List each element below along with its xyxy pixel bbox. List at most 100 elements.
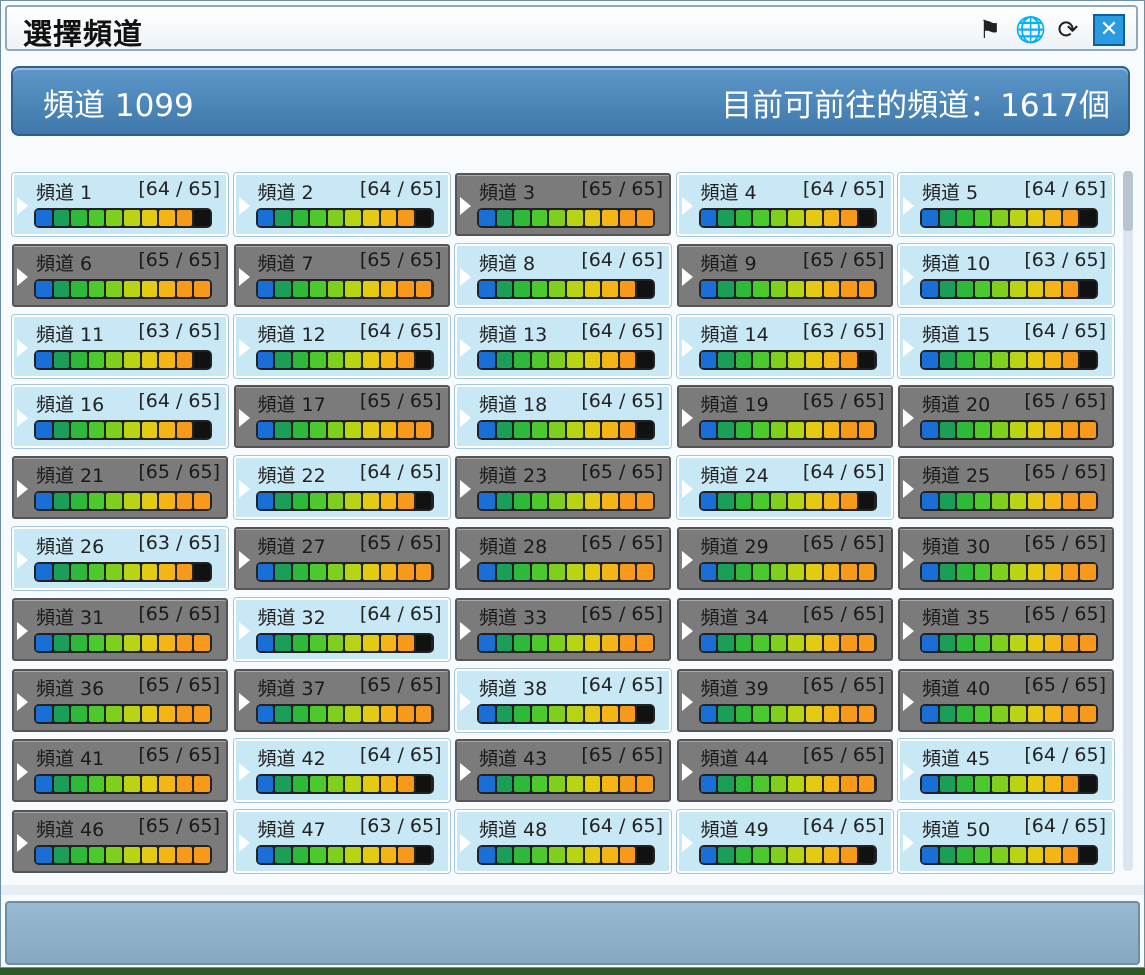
play-arrow-icon: [460, 692, 471, 711]
channel-tile[interactable]: 頻道 27 [65 / 65]: [233, 527, 450, 590]
load-bar-segment: [858, 564, 875, 580]
play-arrow-icon: [903, 267, 914, 286]
channel-user-count: [65 / 65]: [802, 248, 885, 271]
channel-user-count: [63 / 65]: [138, 532, 220, 554]
load-bar-segment: [159, 493, 175, 510]
channel-load-bar: [920, 278, 1098, 299]
channel-user-count: [65 / 65]: [359, 248, 442, 271]
channel-tile[interactable]: 頻道 13 [64 / 65]: [455, 314, 671, 378]
channel-tile[interactable]: 頻道 43 [65 / 65]: [455, 739, 671, 803]
channel-tile[interactable]: 頻道 5 [64 / 65]: [898, 173, 1114, 236]
load-bar-segment: [363, 634, 379, 651]
close-icon[interactable]: ✕: [1093, 14, 1125, 46]
channel-tile[interactable]: 頻道 26 [63 / 65]: [12, 527, 228, 590]
load-bar-segment: [566, 776, 583, 793]
channel-tile[interactable]: 頻道 7 [65 / 65]: [233, 243, 450, 307]
load-bar-segment: [479, 776, 495, 793]
map-pin-icon[interactable]: ⚑: [975, 15, 1005, 45]
channel-tile[interactable]: 頻道 45 [64 / 65]: [898, 739, 1114, 803]
title-bar[interactable]: 選擇頻道 ⚑ 🌐 ⟳ ✕: [5, 5, 1138, 51]
load-bar-segment: [718, 210, 734, 226]
channel-tile[interactable]: 頻道 32 [64 / 65]: [233, 597, 450, 661]
load-bar-segment: [753, 351, 769, 368]
channel-tile[interactable]: 頻道 40 [65 / 65]: [898, 668, 1114, 732]
channel-tile[interactable]: 頻道 22 [64 / 65]: [233, 456, 450, 520]
channel-user-count: [65 / 65]: [581, 744, 663, 767]
channel-tile[interactable]: 頻道 17 [65 / 65]: [233, 385, 450, 449]
channel-tile[interactable]: 頻道 20 [65 / 65]: [898, 385, 1114, 449]
channel-tile[interactable]: 頻道 49 [64 / 65]: [676, 810, 893, 874]
channel-tile[interactable]: 頻道 50 [64 / 65]: [898, 810, 1114, 874]
load-bar-segment: [194, 847, 210, 864]
refresh-icon[interactable]: ⟳: [1053, 15, 1083, 45]
channel-tile[interactable]: 頻道 8 [64 / 65]: [455, 243, 671, 307]
channel-name: 頻道 2: [257, 182, 314, 204]
channel-tile[interactable]: 頻道 28 [65 / 65]: [455, 527, 671, 590]
channel-tile[interactable]: 頻道 44 [65 / 65]: [676, 739, 893, 803]
load-bar-segment: [922, 634, 938, 651]
channel-tile[interactable]: 頻道 47 [63 / 65]: [233, 810, 450, 874]
load-bar-segment: [974, 634, 991, 651]
channel-tile[interactable]: 頻道 11 [63 / 65]: [12, 314, 228, 378]
channel-tile[interactable]: 頻道 16 [64 / 65]: [12, 385, 228, 449]
channel-tile[interactable]: 頻道 1 [64 / 65]: [12, 173, 228, 236]
channel-tile[interactable]: 頻道 24 [64 / 65]: [676, 456, 893, 520]
load-bar-segment: [479, 634, 495, 651]
load-bar-segment: [106, 210, 122, 226]
channel-tile[interactable]: 頻道 33 [65 / 65]: [455, 597, 671, 661]
load-bar-segment: [53, 280, 70, 297]
play-arrow-icon: [460, 409, 471, 428]
channel-tile[interactable]: 頻道 25 [65 / 65]: [898, 456, 1114, 520]
channel-name: 頻道 23: [479, 465, 548, 488]
load-bar-segment: [637, 634, 653, 651]
channel-tile[interactable]: 頻道 30 [65 / 65]: [898, 527, 1114, 590]
load-bar-segment: [637, 493, 653, 510]
channel-user-count: [65 / 65]: [802, 744, 885, 767]
play-arrow-icon: [681, 338, 693, 357]
load-bar-segment: [922, 705, 938, 722]
channel-name: 頻道 26: [36, 536, 105, 558]
channel-tile[interactable]: 頻道 39 [65 / 65]: [676, 668, 893, 732]
channel-tile[interactable]: 頻道 35 [65 / 65]: [898, 597, 1114, 661]
channel-load-bar: [920, 774, 1098, 795]
channel-tile[interactable]: 頻道 21 [65 / 65]: [12, 456, 228, 520]
channel-tile[interactable]: 頻道 9 [65 / 65]: [676, 243, 893, 307]
load-bar-segment: [718, 634, 734, 651]
channel-tile[interactable]: 頻道 19 [65 / 65]: [676, 385, 893, 449]
channel-load-bar: [34, 845, 212, 866]
play-arrow-icon: [681, 267, 693, 286]
scroll-thumb[interactable]: [1123, 171, 1133, 231]
channel-user-count: [64 / 65]: [359, 602, 442, 625]
load-bar-segment: [106, 351, 122, 368]
channel-tile[interactable]: 頻道 37 [65 / 65]: [233, 668, 450, 732]
channel-user-count: [64 / 65]: [359, 319, 442, 342]
channel-tile[interactable]: 頻道 48 [64 / 65]: [455, 810, 671, 874]
channel-tile[interactable]: 頻道 12 [64 / 65]: [233, 314, 450, 378]
channel-tile[interactable]: 頻道 14 [63 / 65]: [676, 314, 893, 378]
channel-tile[interactable]: 頻道 38 [64 / 65]: [455, 668, 671, 732]
channel-tile[interactable]: 頻道 3 [65 / 65]: [455, 173, 671, 236]
load-bar-segment: [415, 776, 432, 793]
channel-tile[interactable]: 頻道 41 [65 / 65]: [12, 739, 228, 803]
channel-tile[interactable]: 頻道 2 [64 / 65]: [233, 173, 450, 236]
channel-tile[interactable]: 頻道 34 [65 / 65]: [676, 597, 893, 661]
channel-load-bar: [477, 349, 655, 370]
channel-tile[interactable]: 頻道 29 [65 / 65]: [676, 527, 893, 590]
channel-tile[interactable]: 頻道 42 [64 / 65]: [233, 739, 450, 803]
channel-tile[interactable]: 頻道 23 [65 / 65]: [455, 456, 671, 520]
load-bar-segment: [363, 280, 379, 297]
channel-list-scrollbar[interactable]: [1123, 171, 1133, 871]
channel-tile[interactable]: 頻道 36 [65 / 65]: [12, 668, 228, 732]
load-bar-segment: [549, 776, 565, 793]
channel-tile[interactable]: 頻道 18 [64 / 65]: [455, 385, 671, 449]
channel-tile[interactable]: 頻道 6 [65 / 65]: [12, 243, 228, 307]
load-bar-segment: [753, 210, 769, 226]
globe-pin-icon[interactable]: 🌐: [1015, 15, 1046, 45]
channel-load-bar: [477, 703, 655, 724]
channel-tile[interactable]: 頻道 31 [65 / 65]: [12, 597, 228, 661]
load-bar-segment: [479, 422, 495, 439]
channel-tile[interactable]: 頻道 46 [65 / 65]: [12, 810, 228, 874]
channel-tile[interactable]: 頻道 15 [64 / 65]: [898, 314, 1114, 378]
channel-tile[interactable]: 頻道 10 [63 / 65]: [898, 243, 1114, 307]
channel-tile[interactable]: 頻道 4 [64 / 65]: [676, 173, 893, 236]
